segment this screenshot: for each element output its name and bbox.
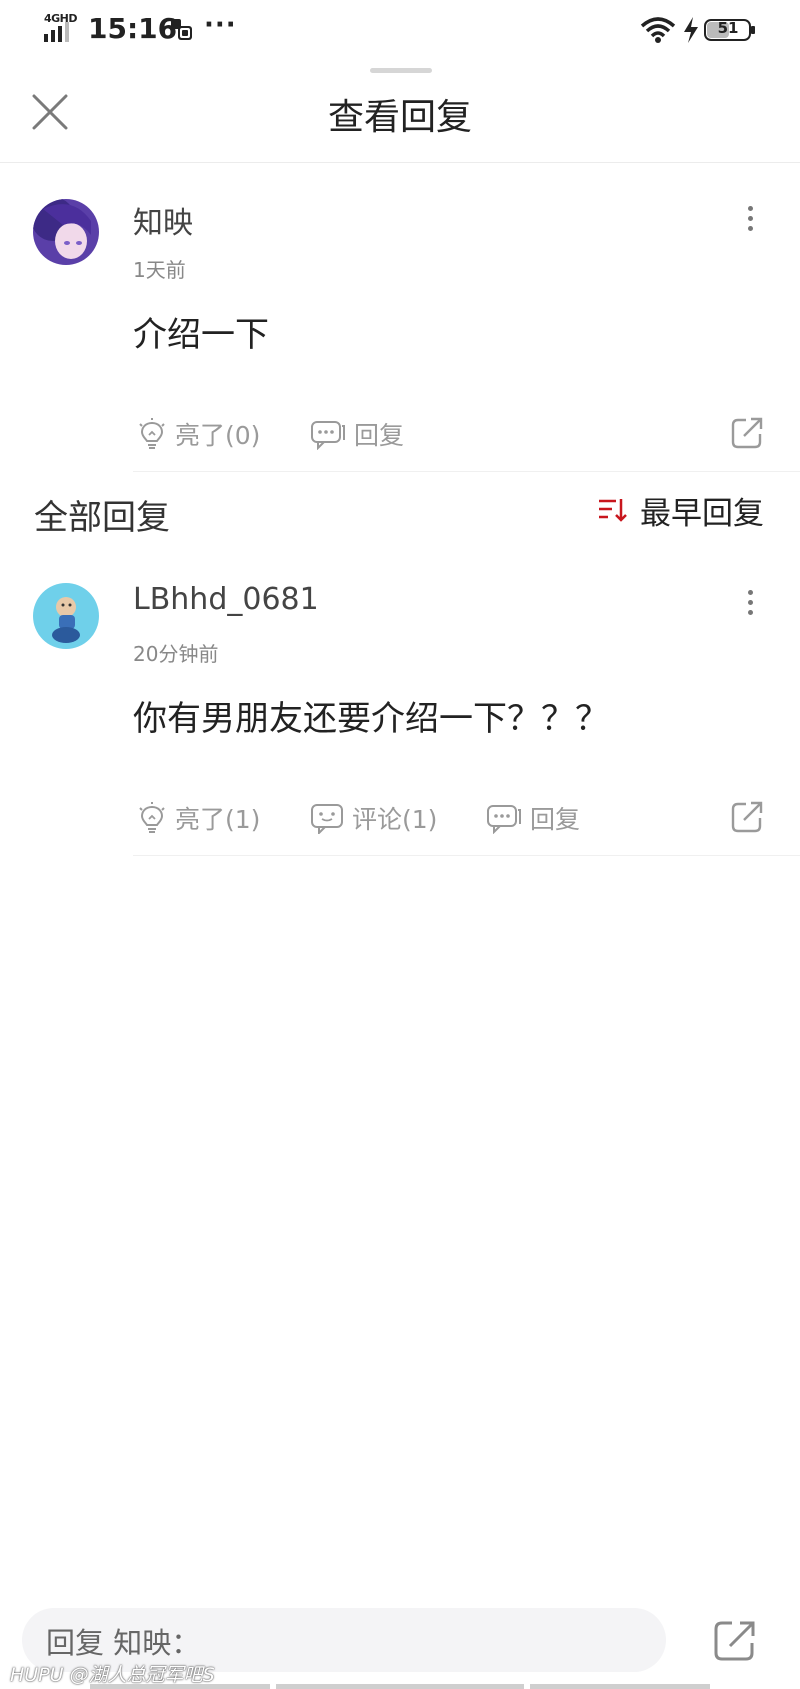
- avatar-image: [33, 199, 99, 265]
- share-icon[interactable]: [730, 416, 764, 450]
- comment-divider: [133, 471, 800, 472]
- battery-level: 51: [717, 19, 739, 37]
- lightbulb-icon: [139, 802, 165, 833]
- more-options-icon[interactable]: [745, 590, 755, 618]
- reply-button[interactable]: 回复: [310, 414, 404, 454]
- lightbulb-icon: [139, 418, 165, 449]
- avatar[interactable]: [33, 199, 99, 265]
- page-title: 查看回复: [327, 97, 472, 138]
- clock: 15:16: [88, 12, 178, 45]
- reply-bubble-icon: [311, 421, 345, 450]
- sheet-grabber[interactable]: [370, 68, 432, 73]
- username[interactable]: LBhhd_0681: [133, 582, 319, 617]
- share-icon[interactable]: [730, 800, 764, 834]
- more-notifications: ···: [204, 10, 237, 40]
- comment-bubble-icon: [311, 804, 343, 834]
- comment-time: 20分钟前: [133, 642, 219, 666]
- avatar-image: [33, 583, 99, 649]
- sort-label: 最早回复: [640, 495, 764, 532]
- sort-icon: [599, 499, 627, 522]
- reply-content: 你有男朋友还要介绍一下？？？: [133, 699, 609, 739]
- watermark: HUPU @湖人总冠军吧S: [10, 1664, 215, 1686]
- username[interactable]: 知映: [133, 198, 193, 242]
- like-button[interactable]: 亮了(0): [137, 414, 260, 454]
- sort-button[interactable]: 最早回复: [598, 490, 764, 532]
- keyboard-strip: [530, 1684, 710, 1689]
- keyboard-strip: [90, 1684, 270, 1689]
- more-options-icon[interactable]: [745, 206, 755, 234]
- app-notification-icon: [171, 19, 192, 40]
- reply-input-placeholder: 回复 知映：: [46, 1626, 201, 1660]
- reply-bubble-icon: [487, 805, 521, 834]
- reply-divider: [133, 855, 800, 856]
- close-icon[interactable]: [28, 90, 72, 134]
- comment-content: 介绍一下: [133, 315, 269, 355]
- network-type: 4GHD: [44, 12, 78, 25]
- header-divider: [0, 162, 800, 163]
- like-button[interactable]: 亮了(1): [137, 798, 260, 838]
- reply-button[interactable]: 回复: [486, 798, 580, 838]
- section-title: 全部回复: [34, 498, 170, 538]
- comment-count: 评论(1): [352, 805, 438, 834]
- comment-button[interactable]: 评论(1): [310, 798, 437, 838]
- status-bar: 4GHD 15:16 ··· 51: [0, 0, 800, 62]
- share-icon[interactable]: [712, 1618, 758, 1664]
- avatar[interactable]: [33, 583, 99, 649]
- reply-label: 回复: [354, 421, 405, 450]
- charging-icon: [684, 17, 698, 43]
- reply-label: 回复: [530, 805, 581, 834]
- comment-time: 1天前: [133, 258, 186, 282]
- keyboard-strip: [276, 1684, 524, 1689]
- like-count: 亮了(1): [175, 805, 261, 834]
- like-count: 亮了(0): [175, 421, 261, 450]
- wifi-icon: [640, 17, 676, 43]
